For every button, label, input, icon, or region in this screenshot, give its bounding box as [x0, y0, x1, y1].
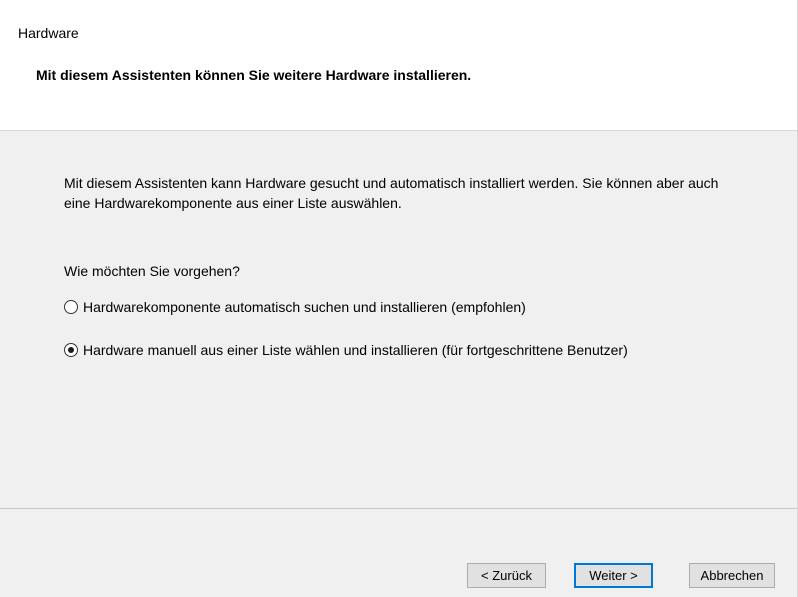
radio-button-checked[interactable]	[64, 343, 78, 357]
radio-option-manual[interactable]: Hardware manuell aus einer Liste wählen …	[64, 342, 628, 358]
intro-text: Mit diesem Assistenten kann Hardware ges…	[64, 175, 719, 211]
wizard-heading: Mit diesem Assistenten können Sie weiter…	[36, 67, 472, 83]
next-button[interactable]: Weiter >	[574, 563, 653, 588]
radio-option-label: Hardware manuell aus einer Liste wählen …	[83, 342, 628, 358]
cancel-button[interactable]: Abbrechen	[689, 563, 775, 588]
back-button[interactable]: < Zurück	[467, 563, 546, 588]
add-hardware-wizard: Hardware Mit diesem Assistenten können S…	[0, 0, 798, 597]
wizard-header: Hardware Mit diesem Assistenten können S…	[0, 0, 798, 131]
wizard-title: Hardware	[18, 25, 79, 41]
radio-option-automatic[interactable]: Hardwarekomponente automatisch suchen un…	[64, 299, 526, 315]
radio-option-label: Hardwarekomponente automatisch suchen un…	[83, 299, 526, 315]
question-label: Wie möchten Sie vorgehen?	[64, 263, 240, 279]
wizard-footer: < Zurück Weiter > Abbrechen	[0, 508, 798, 597]
radio-button-unchecked[interactable]	[64, 300, 78, 314]
wizard-body: Mit diesem Assistenten kann Hardware ges…	[0, 131, 798, 508]
